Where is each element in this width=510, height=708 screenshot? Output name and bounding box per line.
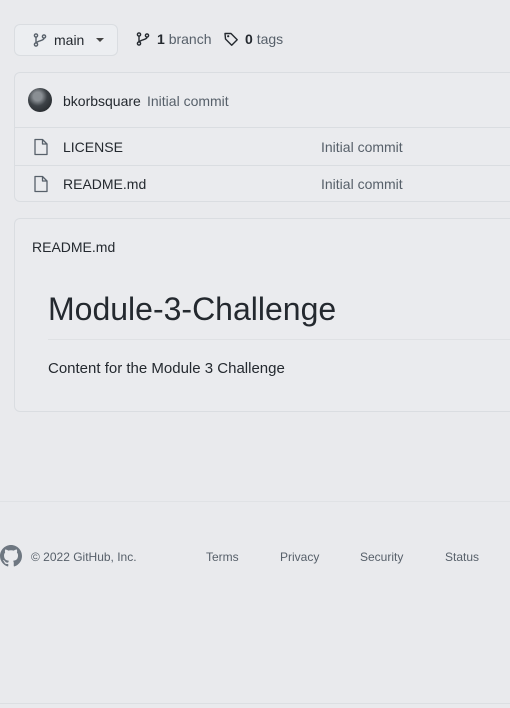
footer-link-terms[interactable]: Terms [206, 550, 239, 564]
branch-count: 1 [157, 31, 165, 47]
readme-filename[interactable]: README.md [32, 239, 115, 255]
github-logo-icon[interactable] [0, 545, 22, 567]
footer-copyright: © 2022 GitHub, Inc. [31, 550, 137, 564]
branches-link[interactable]: 1 branch [135, 31, 212, 47]
commit-author[interactable]: bkorbsquare [63, 93, 141, 109]
file-list: bkorbsquare Initial commit LICENSE Initi… [14, 72, 510, 202]
git-branch-icon [33, 33, 47, 47]
tag-label: tags [256, 31, 284, 47]
chevron-down-icon [96, 38, 105, 42]
footer-link-security[interactable]: Security [360, 550, 403, 564]
file-commit-message[interactable]: Initial commit [321, 176, 403, 192]
footer-divider [0, 501, 510, 502]
branch-label: branch [168, 31, 212, 47]
tags-link[interactable]: 0 tags [223, 31, 283, 47]
file-icon [34, 175, 48, 193]
file-row[interactable]: README.md Initial commit [15, 165, 510, 202]
readme-body: Content for the Module 3 Challenge [48, 360, 285, 377]
divider [48, 339, 510, 340]
file-name[interactable]: LICENSE [63, 139, 123, 155]
commit-message[interactable]: Initial commit [147, 93, 229, 109]
file-icon [34, 138, 48, 156]
bottom-divider [0, 703, 510, 704]
file-row[interactable]: LICENSE Initial commit [15, 128, 510, 166]
readme-panel: README.md Module-3-Challenge Content for… [14, 218, 510, 412]
tag-count: 0 [245, 31, 253, 47]
git-branch-icon [136, 32, 150, 46]
footer-link-privacy[interactable]: Privacy [280, 550, 319, 564]
avatar[interactable] [28, 88, 52, 112]
readme-heading: Module-3-Challenge [48, 291, 337, 327]
file-name[interactable]: README.md [63, 176, 146, 192]
latest-commit-row: bkorbsquare Initial commit [15, 73, 510, 128]
footer-link-status[interactable]: Status [445, 550, 479, 564]
tag-icon [224, 32, 238, 46]
branch-selector-button[interactable]: main [14, 24, 118, 56]
branch-name: main [54, 32, 85, 48]
file-commit-message[interactable]: Initial commit [321, 139, 403, 155]
